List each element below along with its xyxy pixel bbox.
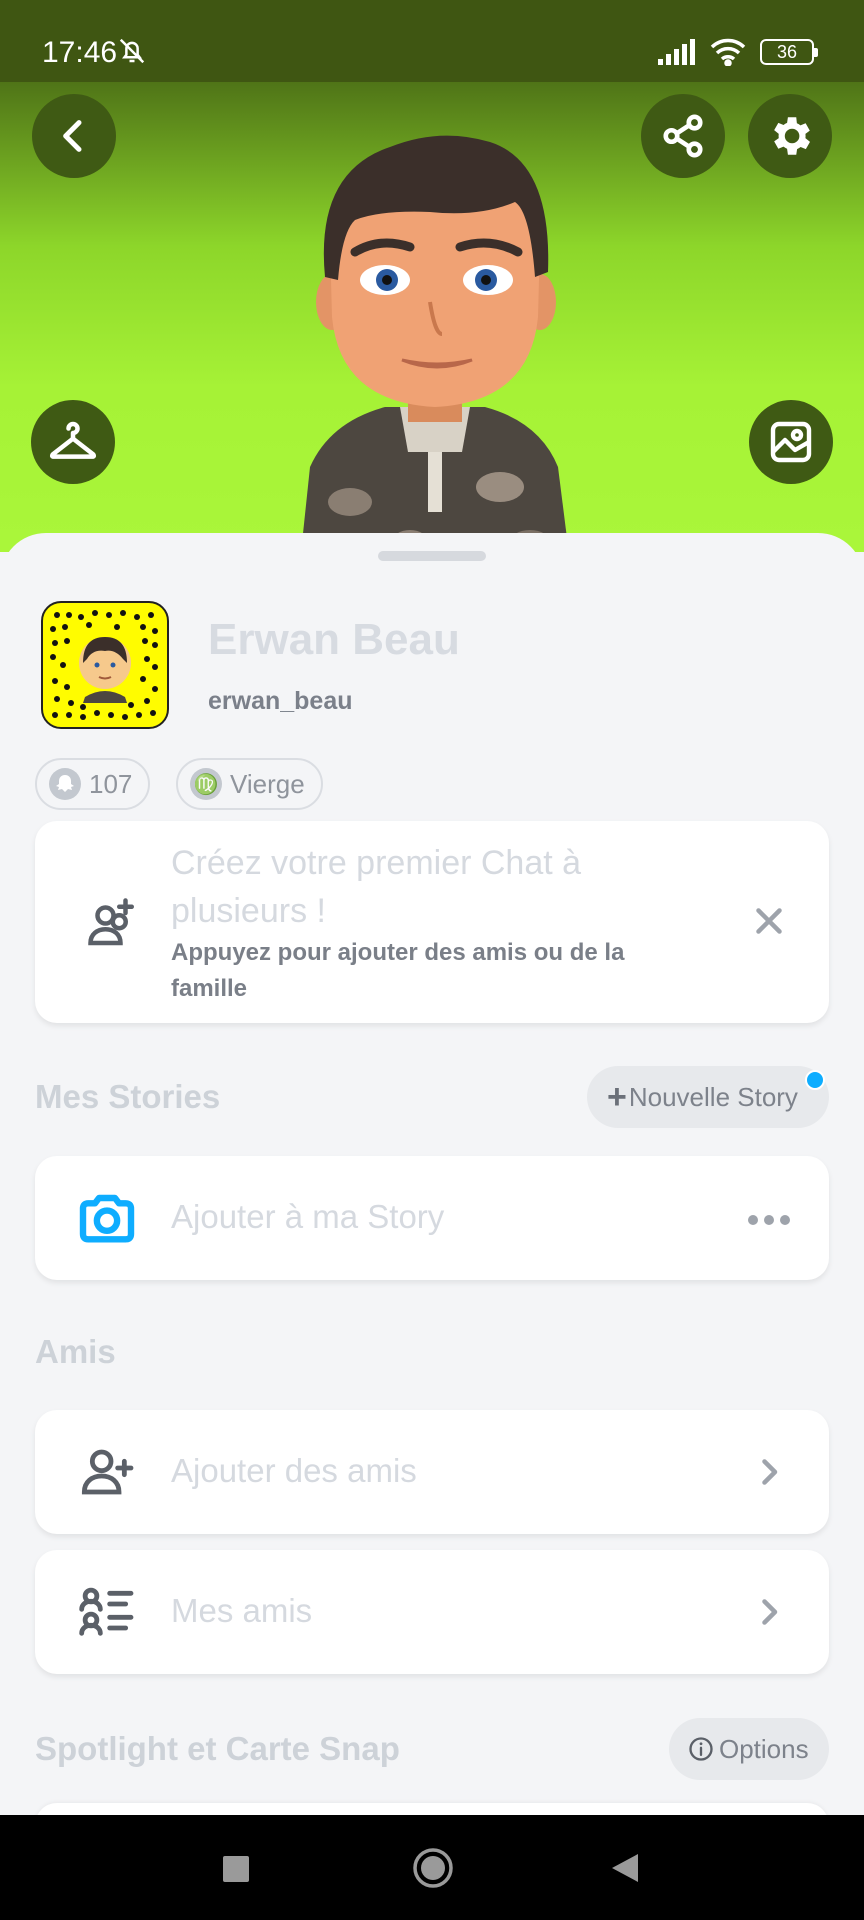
zodiac-label: Vierge: [230, 768, 305, 799]
home-icon[interactable]: [412, 1847, 454, 1889]
add-group-icon: [88, 898, 134, 946]
add-to-story-row[interactable]: Ajouter à ma Story: [35, 1156, 829, 1280]
new-story-label: Nouvelle Story: [628, 1081, 798, 1112]
spotlight-card[interactable]: [35, 1803, 829, 1815]
back-nav-icon[interactable]: [610, 1852, 640, 1884]
status-bar: 17:46 36: [0, 0, 864, 82]
more-options-icon[interactable]: [747, 1214, 791, 1226]
wifi-icon: [710, 38, 746, 66]
plus-icon: +: [607, 1077, 627, 1116]
chevron-right-icon: [762, 1599, 778, 1625]
friends-list-icon: [79, 1587, 134, 1636]
gallery-button[interactable]: [749, 400, 833, 484]
username: erwan_beau: [208, 687, 353, 715]
group-chat-subtitle: Appuyez pour ajouter des amis ou de la f…: [171, 939, 625, 1002]
share-button[interactable]: [641, 94, 725, 178]
back-button[interactable]: [32, 94, 116, 178]
add-friend-icon: [81, 1449, 134, 1495]
profile-header: [0, 82, 864, 552]
options-button[interactable]: Options: [669, 1718, 829, 1780]
snap-score-pill[interactable]: 107: [35, 758, 151, 810]
system-nav-bar: [0, 1815, 864, 1920]
recents-icon[interactable]: [222, 1855, 250, 1883]
friends-section-title: Amis: [35, 1333, 116, 1370]
add-friends-label: Ajouter des amis: [171, 1452, 417, 1489]
hanger-icon: [49, 421, 97, 459]
battery-level: 36: [776, 41, 798, 62]
battery-icon: 36: [760, 39, 818, 65]
bell-muted-icon: [119, 38, 145, 64]
virgo-icon: ♍: [190, 768, 222, 800]
signal-icon: [658, 39, 695, 65]
add-friends-row[interactable]: Ajouter des amis: [35, 1410, 829, 1534]
group-chat-card[interactable]: Créez votre premier Chat à plusieurs ! A…: [35, 821, 829, 1023]
settings-button[interactable]: [748, 94, 832, 178]
back-icon: [63, 120, 82, 152]
add-to-story-label: Ajouter à ma Story: [171, 1198, 445, 1235]
ghost-icon: [49, 768, 81, 800]
snap-score: 107: [89, 768, 133, 799]
notification-dot: [805, 1070, 825, 1090]
snapcode-pattern: [50, 610, 158, 720]
settings-icon: [774, 117, 810, 155]
display-name: Erwan Beau: [208, 615, 460, 664]
new-story-button[interactable]: + Nouvelle Story: [587, 1066, 829, 1128]
info-icon: [689, 1737, 713, 1761]
snapcode[interactable]: [41, 601, 169, 729]
outfit-button[interactable]: [31, 400, 115, 484]
gallery-icon: [770, 421, 812, 463]
share-icon: [663, 114, 703, 158]
my-friends-row[interactable]: Mes amis: [35, 1550, 829, 1674]
chevron-right-icon: [762, 1459, 778, 1485]
zodiac-pill[interactable]: ♍ Vierge: [176, 758, 323, 810]
camera-icon: [79, 1194, 135, 1243]
stories-section-title: Mes Stories: [35, 1078, 221, 1115]
spotlight-section-title: Spotlight et Carte Snap: [35, 1730, 400, 1767]
bitmoji-avatar[interactable]: [290, 102, 580, 552]
group-chat-title: Créez votre premier Chat à plusieurs !: [171, 844, 582, 930]
options-label: Options: [719, 1733, 809, 1764]
profile-sheet: Erwan Beau erwan_beau 107 ♍ Vierge Créez…: [0, 533, 864, 1815]
status-time: 17:46: [42, 36, 118, 69]
close-icon[interactable]: [751, 903, 787, 939]
status-icons: 36: [658, 38, 818, 66]
my-friends-label: Mes amis: [171, 1592, 313, 1629]
sheet-handle[interactable]: [378, 551, 486, 561]
